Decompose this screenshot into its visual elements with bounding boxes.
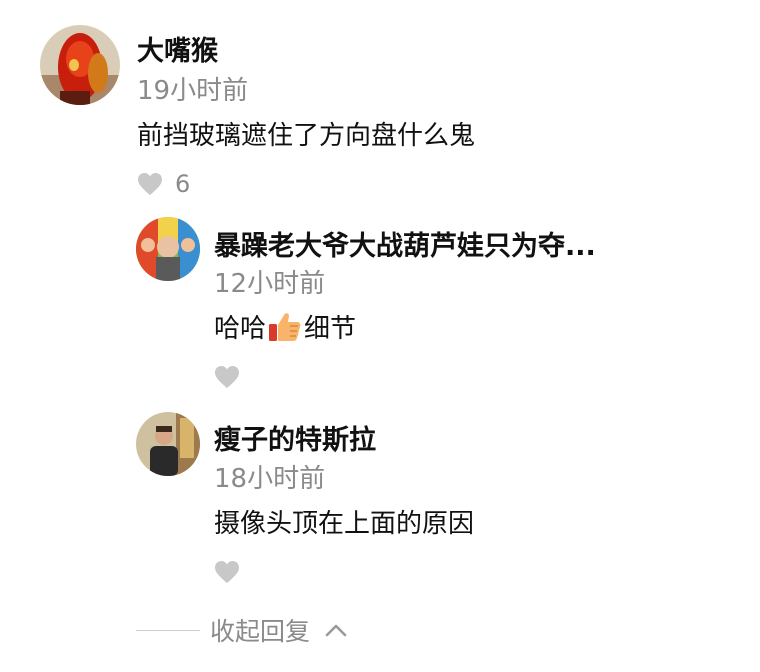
divider <box>136 629 200 631</box>
collapse-replies-button[interactable]: 收起回复 <box>136 612 348 648</box>
like-button[interactable] <box>214 560 240 584</box>
chevron-up-icon <box>325 624 347 637</box>
collapse-replies-label: 收起回复 <box>210 617 311 646</box>
reply-time: 12小时前 <box>214 269 326 299</box>
reply-text: 哈哈 细节 <box>214 308 356 350</box>
heart-icon <box>215 366 239 388</box>
avatar[interactable] <box>40 25 120 105</box>
heart-icon <box>215 561 239 583</box>
reply-text-part: 哈哈 <box>214 314 267 344</box>
thumbs-up-icon <box>268 311 302 350</box>
reply-text-part: 细节 <box>304 314 357 344</box>
comment-thread: 大嘴猴 19小时前 前挡玻璃遮住了方向盘什么鬼 6 暴躁老大爷大战葫芦娃只为夺.… <box>0 0 760 672</box>
reply-author[interactable]: 暴躁老大爷大战葫芦娃只为夺... <box>214 224 596 263</box>
comment-author[interactable]: 大嘴猴 <box>137 29 218 68</box>
like-button[interactable]: 6 <box>137 170 190 198</box>
avatar[interactable] <box>136 217 200 281</box>
reply-text: 摄像头顶在上面的原因 <box>214 509 475 539</box>
reply-author[interactable]: 瘦子的特斯拉 <box>214 418 376 457</box>
heart-icon <box>138 173 162 195</box>
avatar[interactable] <box>136 412 200 476</box>
like-button[interactable] <box>214 365 240 389</box>
comment-time: 19小时前 <box>137 76 249 106</box>
comment-text: 前挡玻璃遮住了方向盘什么鬼 <box>137 121 476 151</box>
like-count: 6 <box>175 170 191 198</box>
reply-time: 18小时前 <box>214 464 326 494</box>
